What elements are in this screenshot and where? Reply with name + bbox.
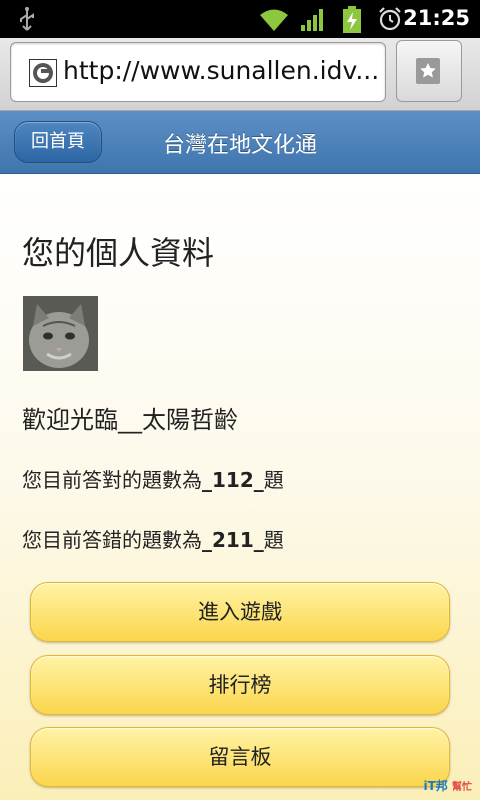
page-title: 您的個人資料: [22, 234, 215, 272]
wrong-suffix: 題: [263, 528, 284, 552]
correct-prefix: 您目前答對的題數為: [22, 468, 202, 492]
correct-suffix: 題: [263, 468, 284, 492]
page-header-title: 台灣在地文化通: [162, 133, 317, 158]
battery-charging-icon: [342, 6, 362, 38]
url-field[interactable]: http://www.sunallen.idv....: [10, 42, 386, 102]
watermark-brand: iT邦: [423, 779, 448, 793]
watermark-sub: 幫忙: [452, 782, 472, 793]
message-board-button[interactable]: 留言板: [30, 727, 450, 787]
bookmark-star-icon: [416, 58, 440, 84]
wifi-icon: [258, 8, 290, 36]
correct-count: _112_: [202, 468, 264, 492]
bookmark-button[interactable]: [396, 40, 462, 102]
signal-icon: [300, 8, 326, 36]
site-icon: [29, 59, 57, 91]
alarm-icon: [378, 6, 402, 36]
wrong-count: _211_: [202, 528, 264, 552]
watermark-logo: iT邦 幫忙: [424, 777, 473, 794]
wrong-count-text: 您目前答錯的題數為_211_題: [22, 524, 284, 553]
clock: 21:25: [403, 6, 470, 30]
cat-avatar-image: [23, 296, 98, 371]
welcome-text: 歡迎光臨__太陽哲齡: [22, 406, 238, 434]
browser-toolbar: http://www.sunallen.idv....: [0, 38, 480, 111]
status-bar: 21:25: [0, 0, 480, 38]
usb-icon: [18, 6, 36, 36]
correct-count-text: 您目前答對的題數為_112_題: [22, 464, 284, 493]
app-header: 回首頁 台灣在地文化通: [0, 111, 480, 174]
leaderboard-button[interactable]: 排行榜: [30, 655, 450, 715]
wrong-prefix: 您目前答錯的題數為: [22, 528, 202, 552]
main-content: 您的個人資料 歡迎光臨__太陽哲齡 您目前答對的題數為_112_題 您目前答錯的…: [0, 174, 480, 800]
avatar: [23, 296, 98, 371]
url-text[interactable]: http://www.sunallen.idv....: [63, 56, 381, 85]
enter-game-button[interactable]: 進入遊戲: [30, 582, 450, 642]
